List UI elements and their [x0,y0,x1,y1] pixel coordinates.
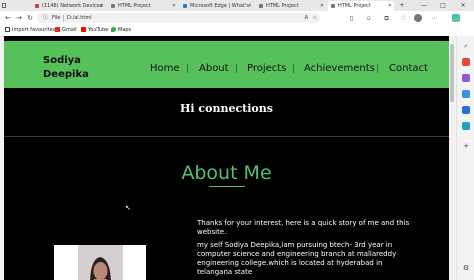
tab-label: HTML Project [338,3,371,9]
close-tab-icon[interactable]: ✕ [388,1,392,11]
nav-link-contact[interactable]: Contact [389,63,428,75]
portrait-image [78,245,123,280]
add-sidebar-app-icon[interactable]: + [462,142,470,150]
more-options-icon[interactable]: ⋯ [430,14,439,23]
about-underline [209,186,245,187]
nav-link-achievements[interactable]: Achievements [304,63,375,75]
close-tab-icon[interactable]: ✕ [248,1,252,11]
profile-avatar[interactable] [413,14,422,23]
favorites-item[interactable]: Gmail [55,25,77,36]
window-close-icon[interactable]: ✕ [456,0,470,11]
browser-tab[interactable]: (1148) Network Devices ✕ [32,1,106,11]
greeting-heading: Hi connections [180,102,273,115]
favorites-item-label: Import favourites [12,27,56,33]
favorite-star-icon[interactable]: ☆ [313,13,317,23]
browser-tab[interactable]: HTML Project ✕ [108,1,178,11]
sidebar-settings-icon[interactable]: ⚙ [462,264,470,272]
tab-strip: (1148) Network Devices ✕ HTML Project ✕ … [0,0,474,11]
tab-actions-icon[interactable] [2,1,6,11]
collections-icon[interactable]: ⧉ [382,14,391,23]
tab-favicon-icon [183,4,187,8]
section-divider [4,136,449,137]
tab-label: HTML Project [266,3,299,9]
split-screen-icon[interactable]: ▯ [347,14,356,23]
about-story-text: my self Sodiya Deepika,iam pursuing btec… [197,241,397,276]
scrollbar-thumb[interactable] [450,44,454,102]
favorites-item-label: Maps [118,27,132,33]
profile-photo [78,245,123,280]
favorites-item[interactable]: YouTube [81,25,108,36]
favorites-item[interactable]: Import favourites [5,25,55,36]
edge-sidebar: ⌕ + ⚙ [456,36,474,280]
tab-favicon-icon [331,4,335,8]
search-icon[interactable]: ⌕ [462,42,470,50]
forward-icon[interactable]: → [14,13,24,23]
nav-divider [187,64,188,73]
maximize-icon[interactable]: □ [436,0,450,11]
favorites-icon[interactable]: ✩ [364,14,373,23]
nav-link-about[interactable]: About [199,63,229,75]
nav-divider [377,64,378,73]
tab-favicon-icon [259,4,263,8]
new-tab-icon[interactable]: + [395,0,409,11]
minimize-icon[interactable]: — [417,0,431,11]
close-tab-icon[interactable]: ✕ [100,1,104,11]
site-navbar: Sodiya Deepika Home About Projects Achie… [4,41,449,88]
close-tab-icon[interactable]: ✕ [320,1,324,11]
nav-divider [293,64,294,73]
about-intro-text: Thanks for your interest, here is a quic… [197,219,410,236]
browser-essentials-icon[interactable]: ♡ [399,14,408,23]
games-icon[interactable] [462,90,470,98]
back-icon[interactable]: ← [3,13,13,23]
favorites-item-label: YouTube [88,27,109,33]
about-heading: About Me [181,162,272,184]
mouse-cursor-icon: ↖ [125,204,131,212]
microsoft-365-icon[interactable] [462,106,470,114]
outlook-icon[interactable] [462,122,470,130]
address-prefix: File [52,15,61,21]
copilot-icon[interactable] [452,14,461,23]
logo-line: Deepika [43,69,89,80]
read-aloud-icon[interactable]: A [305,13,308,23]
nav-link-projects[interactable]: Projects [247,63,286,75]
maps-icon [111,27,116,32]
nav-divider [236,64,237,73]
site-logo[interactable]: Sodiya Deepika [43,54,89,82]
tools-icon[interactable] [462,74,470,82]
favorites-item[interactable]: Maps [111,25,131,36]
browser-tab-active[interactable]: HTML Project ✕ [328,1,394,11]
address-divider [63,15,64,21]
refresh-icon[interactable]: ↻ [25,13,35,23]
address-url: D:/al.html [67,15,92,21]
import-icon [5,27,10,32]
web-page: Sodiya Deepika Home About Projects Achie… [4,36,449,280]
logo-line: Sodiya [43,55,81,66]
browser-tab[interactable]: HTML Project ✕ [256,1,326,11]
shopping-icon[interactable] [462,58,470,66]
tab-favicon-icon [35,4,39,8]
gmail-icon [55,27,60,32]
close-tab-icon[interactable]: ✕ [172,1,176,11]
youtube-icon [81,27,86,32]
tab-label: Microsoft Edge | What's [190,3,249,9]
browser-tab[interactable]: Microsoft Edge | What's ✕ [180,1,254,11]
file-icon: ⓘ [43,15,49,21]
tab-label: HTML Project [118,3,151,9]
tab-favicon-icon [111,4,115,8]
tab-label: (1148) Network Devices [42,3,103,9]
address-bar[interactable]: ⓘ File D:/al.html A ☆ [37,13,320,23]
favorites-item-label: Gmail [62,27,77,33]
nav-link-home[interactable]: Home [150,63,180,75]
